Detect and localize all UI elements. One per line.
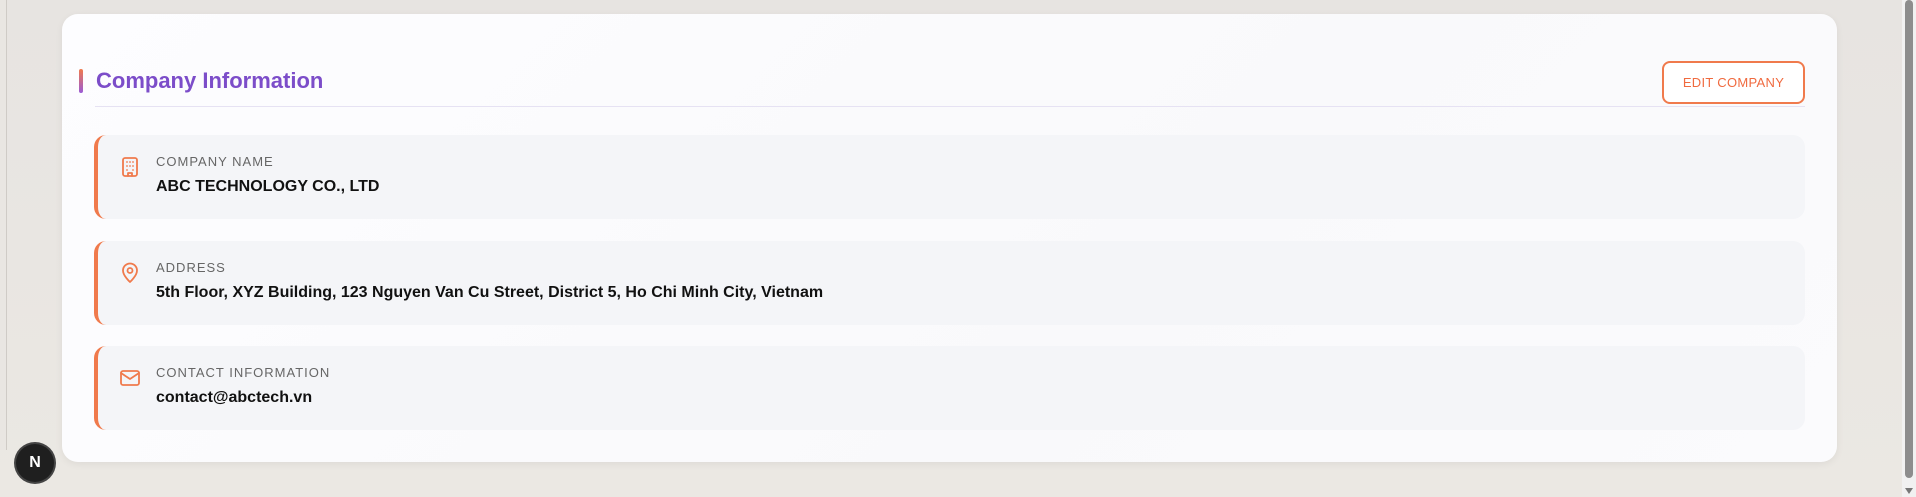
card-header: Company Information EDIT COMPANY: [79, 47, 1805, 105]
address-label: ADDRESS: [156, 260, 226, 275]
contact-info-row: CONTACT INFORMATION contact@abctech.vn: [94, 346, 1805, 430]
scroll-down-arrow-icon[interactable]: [1905, 488, 1913, 494]
scrollbar-thumb[interactable]: [1905, 0, 1913, 478]
edit-company-button[interactable]: EDIT COMPANY: [1662, 61, 1805, 104]
address-value: 5th Floor, XYZ Building, 123 Nguyen Van …: [156, 284, 824, 301]
title-accent-bar: [79, 69, 83, 93]
company-name-value: ABC TECHNOLOGY CO., LTD: [156, 178, 380, 195]
company-name-label: COMPANY NAME: [156, 154, 274, 169]
company-info-card: Company Information EDIT COMPANY COMPANY…: [62, 14, 1837, 462]
company-name-row: COMPANY NAME ABC TECHNOLOGY CO., LTD: [94, 135, 1805, 219]
vertical-scrollbar[interactable]: [1902, 0, 1916, 497]
location-pin-icon: [122, 262, 138, 283]
header-divider: [95, 106, 1805, 107]
left-panel-edge: [0, 0, 7, 450]
building-icon: [122, 157, 138, 177]
contact-info-value: contact@abctech.vn: [156, 389, 313, 406]
n-logo-button[interactable]: N: [16, 444, 54, 482]
section-title: Company Information: [96, 68, 324, 93]
address-row: ADDRESS 5th Floor, XYZ Building, 123 Ngu…: [94, 241, 1805, 325]
contact-info-label: CONTACT INFORMATION: [156, 365, 331, 380]
page: Company Information EDIT COMPANY COMPANY…: [0, 0, 1916, 497]
mail-icon: [120, 370, 140, 386]
